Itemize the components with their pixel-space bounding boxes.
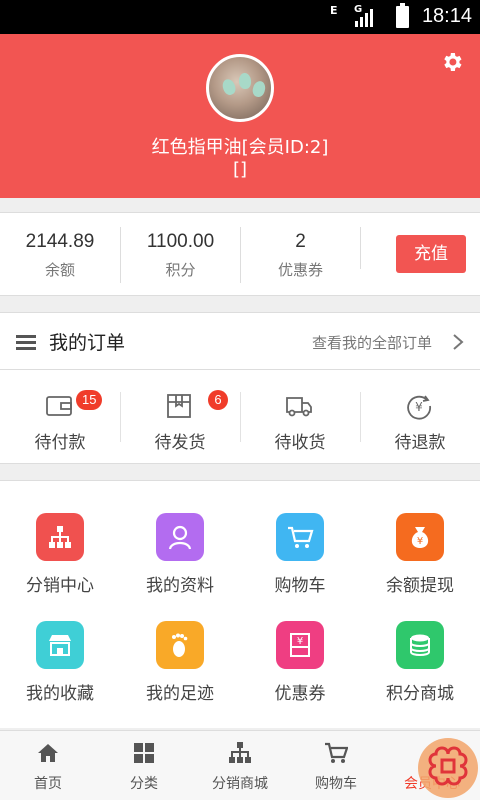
home-icon <box>38 744 58 762</box>
wallet-icon <box>46 396 72 416</box>
badge-count: 15 <box>76 390 103 410</box>
member-name: 红色指甲油[会员ID:2] <box>151 137 329 158</box>
status-time: 18:14 <box>421 5 472 27</box>
avatar[interactable] <box>206 54 274 122</box>
grid-item-distribution-center[interactable]: 分销中心 <box>0 513 120 613</box>
profile-header: 红色指甲油[会员ID:2] [] <box>0 34 480 198</box>
truck-icon <box>286 397 312 417</box>
grid-item-label: 积分商城 <box>386 684 454 704</box>
network-icon <box>36 513 84 561</box>
order-status-label: 待退款 <box>394 433 446 453</box>
grid-item-label: 购物车 <box>274 576 326 596</box>
view-all-orders-link[interactable]: 查看我的全部订单 <box>312 332 432 353</box>
points-label: 积分 <box>165 261 196 279</box>
orders-header[interactable]: 我的订单 查看我的全部订单 <box>0 312 480 370</box>
balance-item[interactable]: 2144.89 余额 <box>0 227 120 283</box>
grid-item-label: 优惠券 <box>274 684 326 704</box>
coupon-count-value: 2 <box>295 231 306 252</box>
order-status-row: 15 待付款 6 待发货 待收货 ¥ 待退款 <box>0 370 480 464</box>
tab-cart[interactable]: 购物车 <box>288 731 384 800</box>
tab-category[interactable]: 分类 <box>96 731 192 800</box>
order-status-label: 待发货 <box>154 433 206 453</box>
order-status-to-ship[interactable]: 6 待发货 <box>120 370 240 464</box>
cart-icon <box>276 513 324 561</box>
refund-icon: ¥ <box>407 395 431 420</box>
grid-item-label: 余额提现 <box>386 576 454 596</box>
tab-home[interactable]: 首页 <box>0 731 96 800</box>
points-value: 1100.00 <box>146 231 215 252</box>
coupon-count-item[interactable]: 2 优惠券 <box>240 227 360 283</box>
order-status-unpaid[interactable]: 15 待付款 <box>0 370 120 464</box>
footprint-icon <box>156 621 204 669</box>
grid-item-cart[interactable]: 购物车 <box>240 513 360 613</box>
svg-text:¥: ¥ <box>417 536 423 547</box>
coupon-count-label: 优惠券 <box>277 261 323 279</box>
battery-icon <box>396 3 409 28</box>
gear-icon[interactable] <box>440 50 464 74</box>
chevron-right-icon <box>453 334 464 350</box>
network-icon <box>229 742 251 763</box>
grid-item-withdraw[interactable]: ¥ 余额提现 <box>360 513 480 613</box>
coupon-icon: ¥ <box>276 621 324 669</box>
badge-count: 6 <box>208 390 228 410</box>
grid-item-label: 我的收藏 <box>26 684 94 704</box>
member-subtitle: [] <box>232 159 248 180</box>
order-status-label: 待收货 <box>274 433 326 453</box>
grid-item-coupons[interactable]: ¥ 优惠券 <box>240 621 360 721</box>
recharge-button[interactable]: 充值 <box>396 235 466 273</box>
signal-icon <box>355 7 373 27</box>
tab-label: 首页 <box>34 776 62 792</box>
package-icon <box>167 394 191 418</box>
feature-grid: 分销中心 我的资料 购物车 ¥ 余额提现 我的收藏 我的足迹 ¥ 优惠券 积分商… <box>0 480 480 728</box>
orders-title: 我的订单 <box>49 332 126 354</box>
user-icon <box>156 513 204 561</box>
order-status-to-receive[interactable]: 待收货 <box>240 370 360 464</box>
grid-item-label: 分销中心 <box>26 576 94 596</box>
list-icon <box>16 335 36 350</box>
svg-text:¥: ¥ <box>415 400 423 414</box>
unicom-logo-icon <box>418 738 478 798</box>
coins-icon <box>396 621 444 669</box>
tab-label: 分销商城 <box>212 776 268 792</box>
grid-item-label: 我的资料 <box>146 576 214 596</box>
svg-text:¥: ¥ <box>297 636 303 647</box>
data-indicator: E <box>330 4 338 17</box>
grid-item-label: 我的足迹 <box>146 684 214 704</box>
money-bag-icon: ¥ <box>396 513 444 561</box>
balance-panel: 2144.89 余额 1100.00 积分 2 优惠券 充值 <box>0 212 480 296</box>
balance-label: 余额 <box>44 261 75 279</box>
tab-distribution-mall[interactable]: 分销商城 <box>192 731 288 800</box>
grid-item-favorites[interactable]: 我的收藏 <box>0 621 120 721</box>
grid-item-my-profile[interactable]: 我的资料 <box>120 513 240 613</box>
grid-item-footprints[interactable]: 我的足迹 <box>120 621 240 721</box>
store-icon <box>36 621 84 669</box>
cart-icon <box>325 742 348 763</box>
grid-item-points-mall[interactable]: 积分商城 <box>360 621 480 721</box>
points-item[interactable]: 1100.00 积分 <box>120 227 240 283</box>
order-status-refund[interactable]: ¥ 待退款 <box>360 370 480 464</box>
divider <box>360 227 361 269</box>
order-status-label: 待付款 <box>34 433 86 453</box>
status-bar: E G 18:14 <box>0 0 480 34</box>
tab-bar: 首页 分类 分销商城 购物车 会员中心 <box>0 730 480 800</box>
tab-label: 分类 <box>130 776 158 792</box>
balance-value: 2144.89 <box>25 231 95 252</box>
tab-label: 购物车 <box>315 776 357 792</box>
grid-icon <box>134 743 154 763</box>
